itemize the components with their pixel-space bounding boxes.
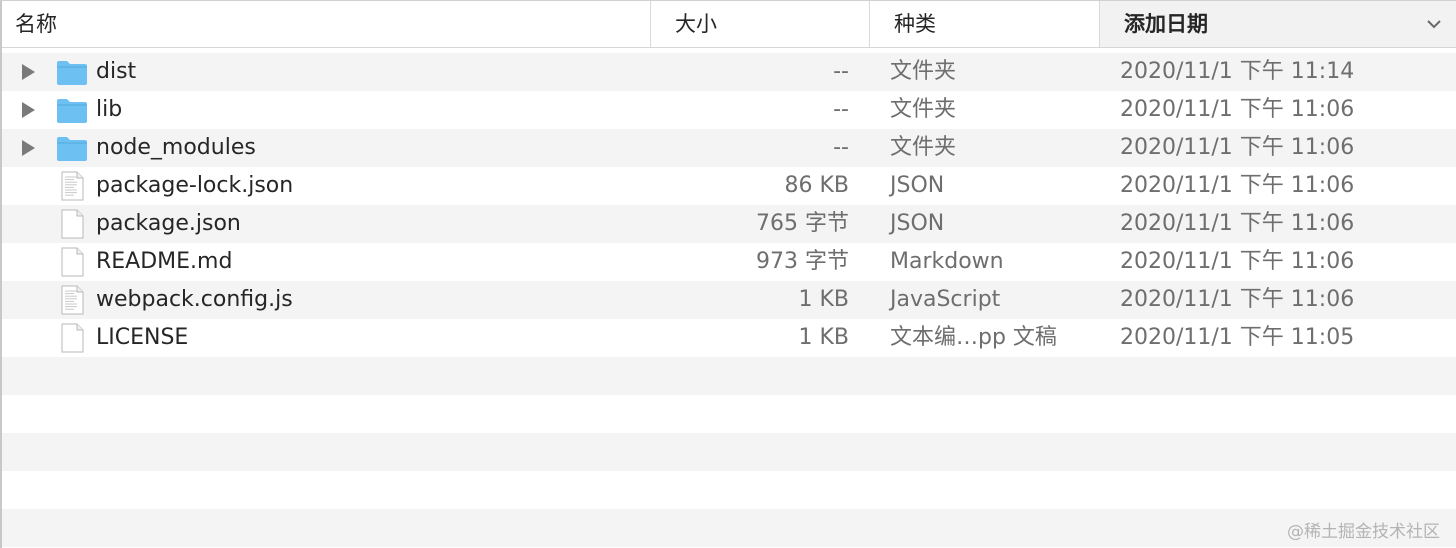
file-size: -- <box>833 59 849 84</box>
file-kind: 文件夹 <box>890 59 957 84</box>
text-document-icon <box>61 285 84 315</box>
file-kind: Markdown <box>890 249 1004 274</box>
file-row[interactable]: lib -- 文件夹 2020/11/1 下午 11:06 <box>2 91 1456 129</box>
file-date-added: 2020/11/1 下午 11:06 <box>1120 287 1355 312</box>
file-date-added: 2020/11/1 下午 11:06 <box>1120 97 1355 122</box>
folder-icon <box>57 137 87 161</box>
file-kind: JSON <box>890 173 945 198</box>
column-header-kind-label: 种类 <box>894 12 936 36</box>
file-row[interactable]: dist -- 文件夹 2020/11/1 下午 11:14 <box>2 53 1456 91</box>
file-row[interactable]: webpack.config.js 1 KB JavaScript 2020/11/1… <box>2 281 1456 319</box>
column-header-bar: 名称 大小 种类 添加日期 <box>2 1 1456 48</box>
file-name: node_modules <box>96 135 256 160</box>
watermark: @稀土掘金技术社区 <box>1287 522 1440 542</box>
folder-icon <box>57 99 87 123</box>
blank-document-icon <box>61 323 84 353</box>
file-kind: 文件夹 <box>890 135 957 160</box>
file-name: lib <box>96 97 123 122</box>
text-document-icon <box>61 171 84 201</box>
file-name: package-lock.json <box>96 173 294 198</box>
file-kind: 文本编…pp 文稿 <box>890 325 1057 350</box>
file-date-added: 2020/11/1 下午 11:14 <box>1120 59 1355 84</box>
file-row[interactable]: package.json 765 字节 JSON 2020/11/1 下午 11:06 <box>2 205 1456 243</box>
empty-row <box>2 471 1456 509</box>
file-kind: 文件夹 <box>890 97 957 122</box>
file-size: 973 字节 <box>756 249 849 274</box>
column-header-size[interactable]: 大小 <box>650 1 869 47</box>
blank-document-icon <box>61 209 84 239</box>
folder-icon <box>57 61 87 85</box>
blank-document-icon <box>61 247 84 277</box>
file-row[interactable]: node_modules -- 文件夹 2020/11/1 下午 11:06 <box>2 129 1456 167</box>
file-date-added: 2020/11/1 下午 11:06 <box>1120 135 1355 160</box>
file-size: 1 KB <box>798 325 849 350</box>
chevron-down-icon <box>1427 20 1441 29</box>
file-date-added: 2020/11/1 下午 11:05 <box>1120 325 1355 350</box>
column-header-date-label: 添加日期 <box>1124 12 1208 36</box>
file-name: package.json <box>96 211 241 236</box>
file-date-added: 2020/11/1 下午 11:06 <box>1120 173 1355 198</box>
disclosure-triangle-icon[interactable] <box>20 63 36 81</box>
file-date-added: 2020/11/1 下午 11:06 <box>1120 211 1355 236</box>
disclosure-triangle-icon[interactable] <box>20 101 36 119</box>
column-header-kind[interactable]: 种类 <box>869 1 1099 47</box>
empty-row <box>2 433 1456 471</box>
file-size: -- <box>833 97 849 122</box>
disclosure-triangle-icon[interactable] <box>20 139 36 157</box>
file-size: 765 字节 <box>756 211 849 236</box>
file-size: 86 KB <box>784 173 849 198</box>
empty-row <box>2 509 1456 547</box>
empty-row <box>2 395 1456 433</box>
file-size: -- <box>833 135 849 160</box>
file-row[interactable]: README.md 973 字节 Markdown 2020/11/1 下午 11:0… <box>2 243 1456 281</box>
file-kind: JSON <box>890 211 945 236</box>
column-header-date-added[interactable]: 添加日期 <box>1099 1 1456 47</box>
file-date-added: 2020/11/1 下午 11:06 <box>1120 249 1355 274</box>
column-header-size-label: 大小 <box>675 12 717 36</box>
file-size: 1 KB <box>798 287 849 312</box>
file-row[interactable]: package-lock.json 86 KB JSON 2020/11/1 下午 1… <box>2 167 1456 205</box>
file-row[interactable]: LICENSE 1 KB 文本编…pp 文稿 2020/11/1 下午 11:05 <box>2 319 1456 357</box>
file-name: README.md <box>96 249 233 274</box>
file-name: dist <box>96 59 137 84</box>
empty-row <box>2 357 1456 395</box>
column-header-name-label: 名称 <box>15 12 57 36</box>
column-header-name[interactable]: 名称 <box>2 1 650 47</box>
file-name: LICENSE <box>96 325 189 350</box>
file-kind: JavaScript <box>890 287 1001 312</box>
finder-window: 名称 大小 种类 添加日期 dist -- 文件夹 2020/11/1 下午 11:1… <box>0 0 1456 548</box>
file-name: webpack.config.js <box>96 287 293 312</box>
file-list: dist -- 文件夹 2020/11/1 下午 11:14 lib -- 文件夹 2020/… <box>2 53 1456 547</box>
